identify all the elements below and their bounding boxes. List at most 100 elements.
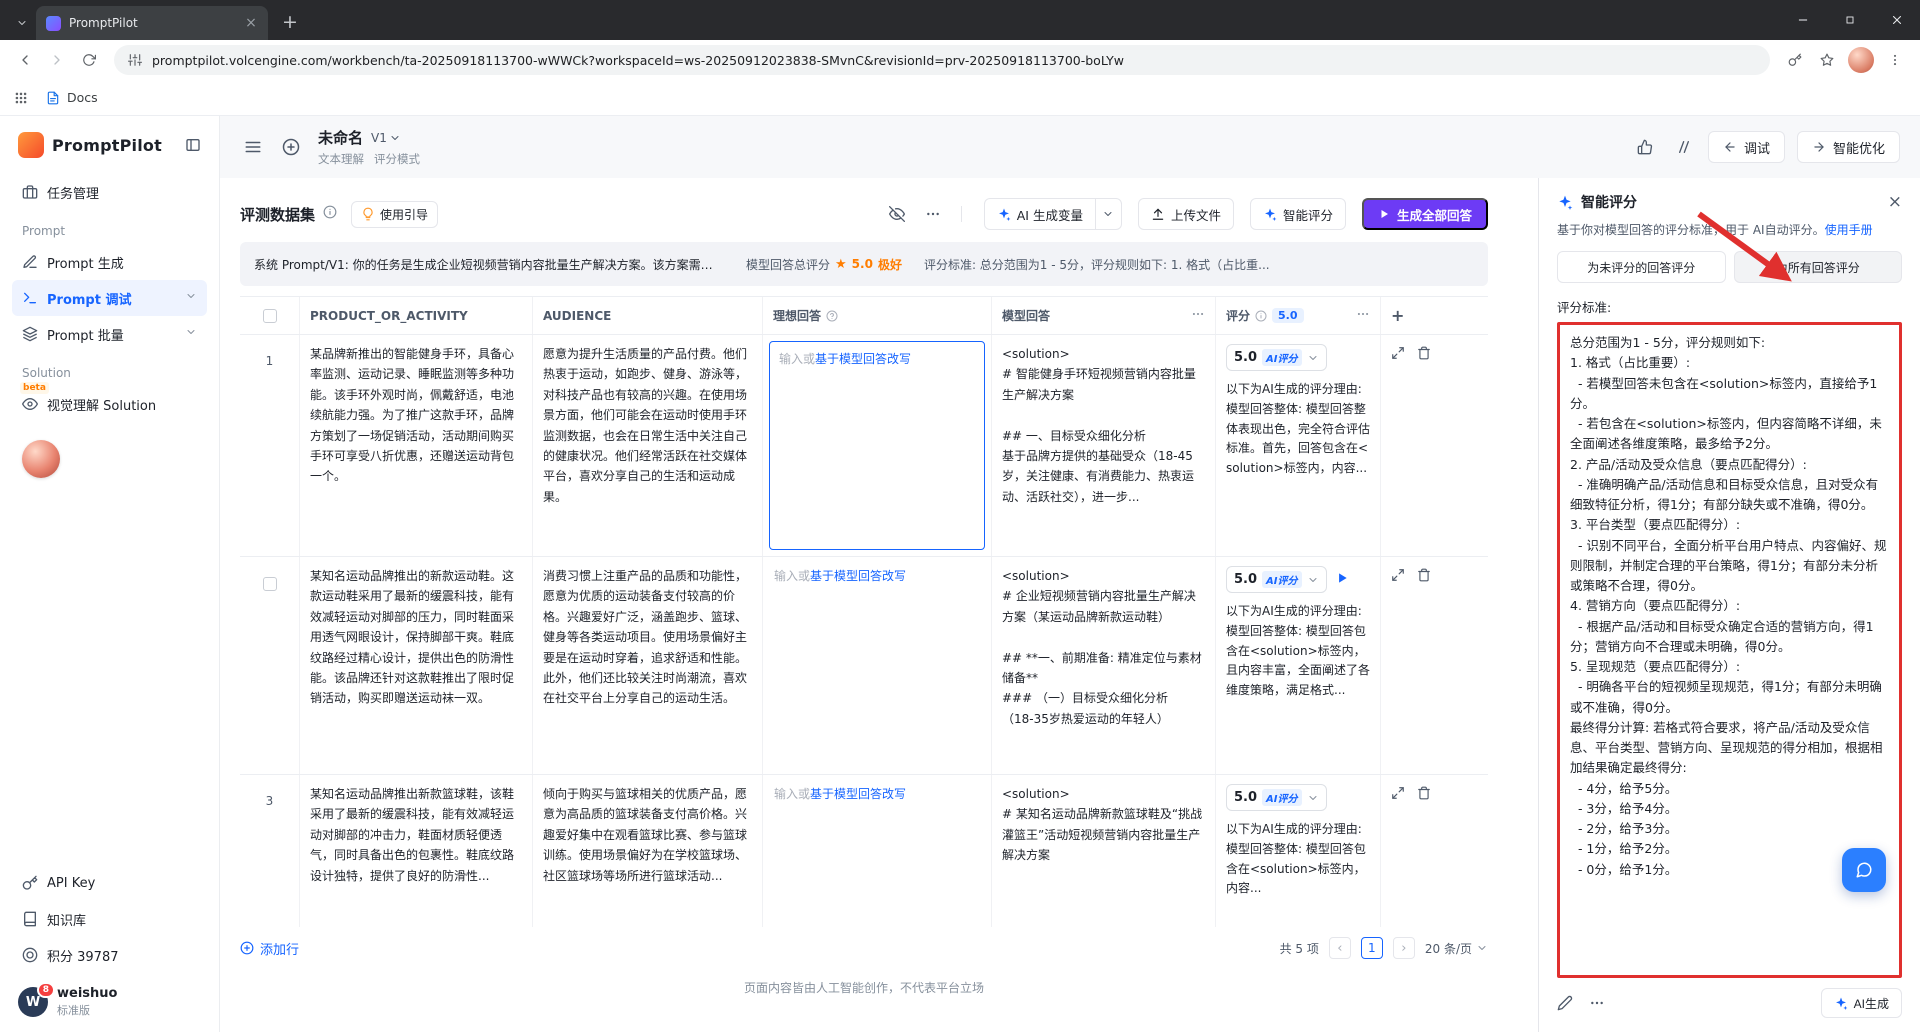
browser-tab-strip: PromptPilot × + xyxy=(0,0,1920,40)
feedback-hand-icon[interactable] xyxy=(1632,134,1658,160)
rewrite-from-model-link[interactable]: 基于模型回答改写 xyxy=(810,787,906,801)
browser-profile-avatar[interactable] xyxy=(1848,47,1874,73)
reload-button[interactable] xyxy=(74,45,104,75)
cell-model-answer[interactable]: <solution> # 智能健身手环短视频营销内容批量生产解决方案 ## 一、… xyxy=(992,335,1216,556)
app-header: 未命名 V1 文本理解 评分模式 调试 xyxy=(220,116,1920,178)
rewrite-from-model-link[interactable]: 基于模型回答改写 xyxy=(815,352,911,366)
new-tab-button[interactable]: + xyxy=(276,8,304,36)
upload-file-button[interactable]: 上传文件 xyxy=(1138,198,1234,230)
sidebar-item-prompt-gen[interactable]: Prompt 生成 xyxy=(12,244,207,280)
assistant-avatar[interactable] xyxy=(22,440,60,478)
add-circle-icon[interactable] xyxy=(278,134,304,160)
ai-vars-caret[interactable] xyxy=(1095,199,1121,229)
sidebar-item-knowledge-base[interactable]: 知识库 xyxy=(12,902,207,936)
expand-row-icon[interactable] xyxy=(1391,568,1405,586)
panel-title: 智能评分 xyxy=(1581,192,1637,212)
window-minimize-button[interactable] xyxy=(1779,0,1826,40)
score-unscored-button[interactable]: 为未评分的回答评分 xyxy=(1557,251,1726,283)
close-panel-icon[interactable]: × xyxy=(1888,194,1902,211)
user-manual-link[interactable]: 使用手册 xyxy=(1825,223,1873,237)
cell-model-answer[interactable]: <solution> # 企业短视频营销内容批量生产解决方案（某运动品牌新款运动… xyxy=(992,557,1216,774)
sidebar-item-credits[interactable]: 积分 39787 xyxy=(12,938,207,972)
cell-audience[interactable]: 愿意为提升生活质量的产品付费。他们热衷于运动，如跑步、健身、游泳等，对科技产品也… xyxy=(533,335,763,556)
cell-ideal-answer[interactable]: 输入或基于模型回答改写 xyxy=(763,335,992,556)
cell-ideal-answer[interactable]: 输入或基于模型回答改写 xyxy=(763,557,992,774)
sidebar-item-api-key[interactable]: API Key xyxy=(12,866,207,900)
panel-description: 基于你对模型回答的评分标准，用于 AI自动评分。使用手册 xyxy=(1557,221,1902,239)
delete-row-icon[interactable] xyxy=(1417,786,1431,804)
ideal-answer-input[interactable]: 输入或基于模型回答改写 xyxy=(769,341,985,550)
delete-row-icon[interactable] xyxy=(1417,346,1431,364)
score-dropdown[interactable]: 5.0 AI评分 xyxy=(1226,566,1327,593)
back-button[interactable] xyxy=(10,45,40,75)
sidebar: PromptPilot 任务管理 Prompt Prompt 生成 Prompt… xyxy=(0,116,220,1032)
window-close-button[interactable] xyxy=(1873,0,1920,40)
cell-audience[interactable]: 倾向于购买与篮球相关的优质产品，愿意为高品质的篮球装备支付高价格。兴趣爱好集中在… xyxy=(533,775,763,927)
sidebar-item-vision-solution[interactable]: beta 视觉理解 Solution xyxy=(12,386,207,422)
bookmark-docs-label: Docs xyxy=(67,90,98,105)
cell-ideal-answer[interactable]: 输入或基于模型回答改写 xyxy=(763,775,992,927)
version-select[interactable]: V1 xyxy=(371,131,401,145)
cell-product[interactable]: 某知名运动品牌推出新款篮球鞋，该鞋采用了最新的缓震科技，能有效减轻运动对脚部的冲… xyxy=(300,775,533,927)
cell-product[interactable]: 某知名运动品牌推出的新款运动鞋。这款运动鞋采用了最新的缓震科技，能有效减轻运动对… xyxy=(300,557,533,774)
smart-score-button[interactable]: 智能评分 xyxy=(1250,198,1346,230)
bookmark-docs[interactable]: Docs xyxy=(46,90,98,105)
password-key-icon[interactable] xyxy=(1780,45,1810,75)
more-actions-icon[interactable] xyxy=(919,200,947,228)
more-options-icon[interactable] xyxy=(1589,995,1605,1011)
run-score-play-icon[interactable] xyxy=(1335,571,1349,589)
browser-menu-icon[interactable] xyxy=(1880,45,1910,75)
changelog-icon[interactable] xyxy=(1670,134,1696,160)
page-size-select[interactable]: 20 条/页 xyxy=(1425,940,1488,957)
debug-button[interactable]: 调试 xyxy=(1708,131,1785,163)
hide-columns-icon[interactable] xyxy=(883,200,911,228)
table-footer: 添加行 共 5 项 ‹ 1 › 20 条/页 xyxy=(240,927,1488,969)
add-row-button[interactable]: 添加行 xyxy=(240,939,299,958)
generate-all-answers-button[interactable]: 生成全部回答 xyxy=(1362,198,1488,230)
ai-generate-button[interactable]: AI生成 xyxy=(1821,988,1902,1018)
next-page-button[interactable]: › xyxy=(1393,937,1415,959)
tab-search-chevron-icon[interactable] xyxy=(8,6,36,40)
site-settings-icon[interactable] xyxy=(128,53,142,67)
expand-row-icon[interactable] xyxy=(1391,346,1405,364)
info-icon[interactable] xyxy=(323,205,337,223)
sidebar-collapse-icon[interactable] xyxy=(185,137,201,153)
rewrite-from-model-link[interactable]: 基于模型回答改写 xyxy=(810,569,906,583)
row-checkbox[interactable] xyxy=(263,577,277,591)
expand-row-icon[interactable] xyxy=(1391,786,1405,804)
info-icon[interactable] xyxy=(1255,310,1267,322)
score-dropdown[interactable]: 5.0 AI评分 xyxy=(1226,344,1327,371)
bookmark-star-icon[interactable] xyxy=(1812,45,1842,75)
url-bar[interactable]: promptpilot.volcengine.com/workbench/ta-… xyxy=(114,45,1770,75)
menu-icon[interactable] xyxy=(240,134,266,160)
sidebar-item-prompt-batch[interactable]: Prompt 批量 xyxy=(12,316,207,352)
edit-criteria-icon[interactable] xyxy=(1557,995,1573,1011)
sidebar-item-prompt-debug[interactable]: Prompt 调试 xyxy=(12,280,207,316)
apps-grid-icon[interactable] xyxy=(14,91,28,105)
browser-tab[interactable]: PromptPilot × xyxy=(36,6,268,40)
score-reason: 以下为AI生成的评分理由: 模型回答整体: 模型回答整体表现出色，完全符合评估标… xyxy=(1226,380,1370,479)
cell-product[interactable]: 某品牌新推出的智能健身手环，具备心率监测、运动记录、睡眠监测等多种功能。该手环外… xyxy=(300,335,533,556)
forward-button[interactable] xyxy=(42,45,72,75)
customer-service-chat-button[interactable] xyxy=(1842,848,1886,892)
model-column-menu-icon[interactable] xyxy=(1191,307,1205,324)
sidebar-item-tasks[interactable]: 任务管理 xyxy=(12,174,207,210)
usage-guide-button[interactable]: 使用引导 xyxy=(351,201,438,228)
select-all-checkbox[interactable] xyxy=(263,309,277,323)
ai-generate-variables-button[interactable]: AI 生成变量 xyxy=(984,198,1122,230)
help-icon[interactable] xyxy=(826,310,838,322)
prev-page-button[interactable]: ‹ xyxy=(1329,937,1351,959)
score-dropdown[interactable]: 5.0 AI评分 xyxy=(1226,784,1327,811)
terminal-icon xyxy=(22,290,38,306)
window-maximize-button[interactable] xyxy=(1826,0,1873,40)
smart-optimize-button[interactable]: 智能优化 xyxy=(1797,131,1900,163)
user-account[interactable]: W 8 weishuo 标准版 xyxy=(12,974,207,1018)
current-page-button[interactable]: 1 xyxy=(1361,937,1383,959)
score-column-menu-icon[interactable] xyxy=(1356,307,1370,324)
cell-model-answer[interactable]: <solution> # 某知名运动品牌新款篮球鞋及“挑战灌篮王”活动短视频营销… xyxy=(992,775,1216,927)
score-all-button[interactable]: 为所有回答评分 xyxy=(1734,251,1903,283)
add-column-icon[interactable]: + xyxy=(1391,306,1404,325)
cell-audience[interactable]: 消费习惯上注重产品的品质和功能性，愿意为优质的运动装备支付较高的价格。兴趣爱好广… xyxy=(533,557,763,774)
delete-row-icon[interactable] xyxy=(1417,568,1431,586)
tab-close-icon[interactable]: × xyxy=(242,15,260,31)
